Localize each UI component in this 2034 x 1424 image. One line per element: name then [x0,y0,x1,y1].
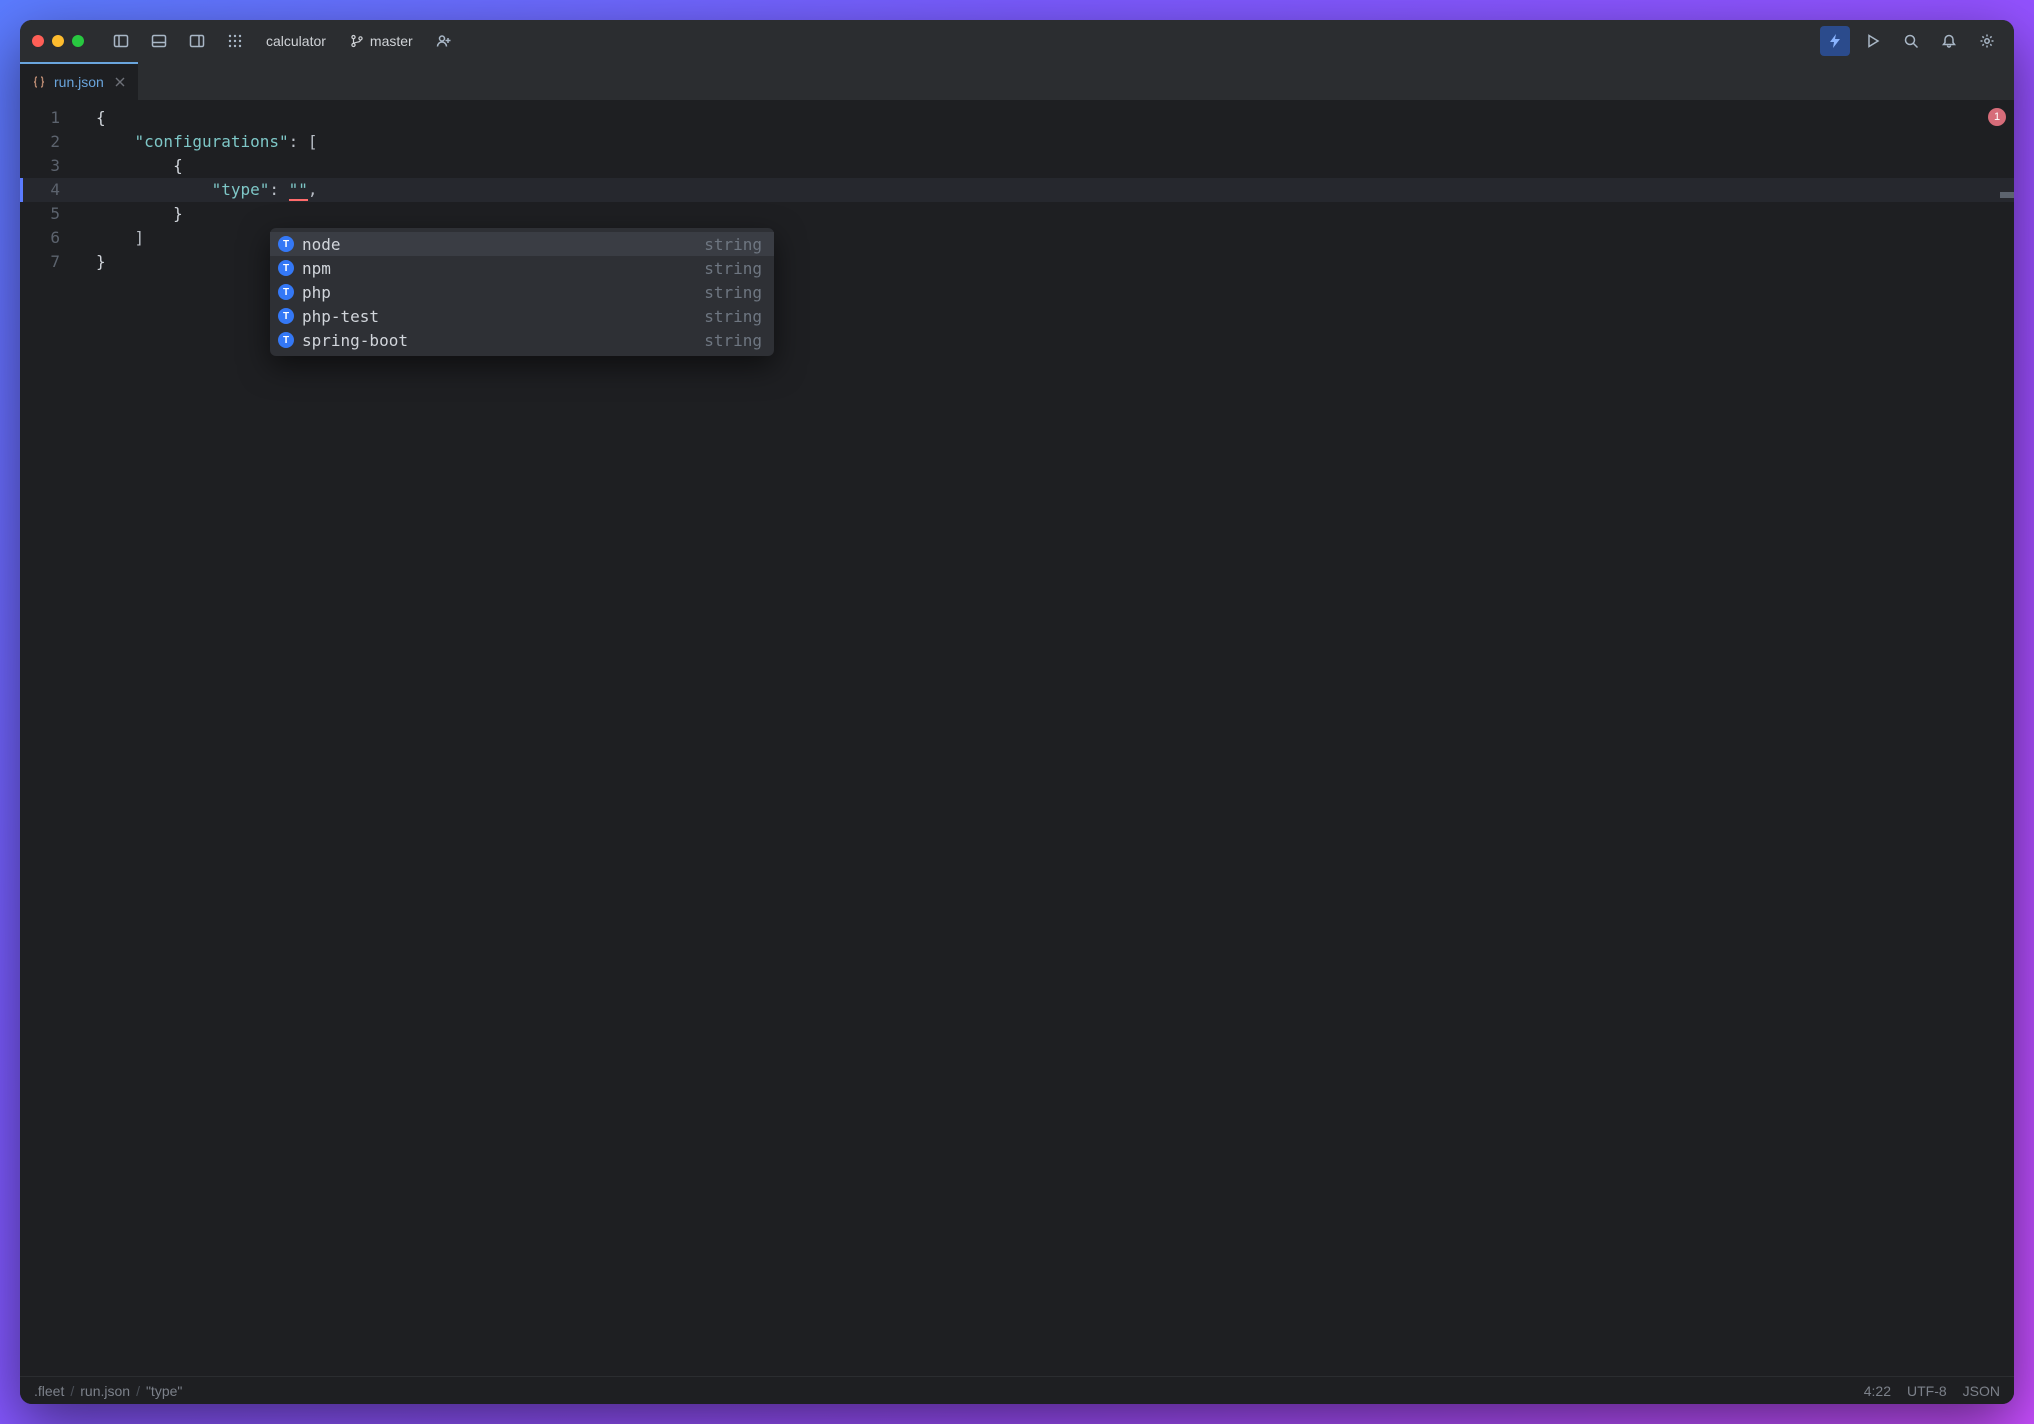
window-controls [32,35,84,47]
branch-name: master [370,33,413,49]
line-number: 7 [20,250,76,274]
completion-type: string [704,331,762,350]
code-line[interactable]: 5 } [20,202,2014,226]
cursor-position[interactable]: 4:22 [1864,1383,1891,1399]
code-content[interactable]: { [76,154,183,178]
completion-item[interactable]: Tspring-boot string [270,328,774,352]
code-content[interactable]: } [76,202,183,226]
type-icon: T [278,236,294,252]
project-name[interactable]: calculator [258,33,334,49]
panel-bottom-icon[interactable] [144,26,174,56]
smart-mode-icon[interactable] [1820,26,1850,56]
type-icon: T [278,332,294,348]
panel-right-icon[interactable] [182,26,212,56]
code-content[interactable]: "type": "", [76,178,318,202]
tab-bar: run.json [20,62,2014,100]
fullscreen-window-button[interactable] [72,35,84,47]
branch-icon [350,34,364,48]
line-number: 5 [20,202,76,226]
crumb-segment[interactable]: .fleet [34,1383,64,1399]
apps-grid-icon[interactable] [220,26,250,56]
json-file-icon [32,75,46,89]
error-count-badge[interactable]: 1 [1988,108,2006,126]
line-number: 2 [20,130,76,154]
crumb-segment[interactable]: "type" [146,1383,182,1399]
type-icon: T [278,284,294,300]
tab-filename: run.json [54,74,104,90]
code-content[interactable]: { [76,106,106,130]
close-window-button[interactable] [32,35,44,47]
completion-item[interactable]: Tphp string [270,280,774,304]
run-icon[interactable] [1858,26,1888,56]
line-number: 6 [20,226,76,250]
completion-name: php-test [302,307,379,326]
add-collaborator-icon[interactable] [429,26,459,56]
completion-item[interactable]: Tnpm string [270,256,774,280]
completion-item[interactable]: Tnode string [270,232,774,256]
completion-name: spring-boot [302,331,408,350]
code-content[interactable]: } [76,250,106,274]
completion-type: string [704,283,762,302]
type-icon: T [278,260,294,276]
panel-left-icon[interactable] [106,26,136,56]
close-tab-icon[interactable] [112,74,128,90]
line-number: 1 [20,106,76,130]
line-number: 4 [20,178,76,202]
line-number: 3 [20,154,76,178]
status-bar: .fleet / run.json / "type" 4:22 UTF-8 JSON [20,1376,2014,1404]
completion-type: string [704,235,762,254]
code-content[interactable]: "configurations": [ [76,130,318,154]
code-line[interactable]: 3 { [20,154,2014,178]
completion-type: string [704,259,762,278]
editor-window: calculator master run.json [20,20,2014,1404]
crumb-separator: / [70,1383,74,1399]
completion-name: php [302,283,331,302]
completion-item[interactable]: Tphp-test string [270,304,774,328]
search-icon[interactable] [1896,26,1926,56]
code-content[interactable]: ] [76,226,144,250]
crumb-segment[interactable]: run.json [80,1383,130,1399]
notifications-icon[interactable] [1934,26,1964,56]
code-line[interactable]: 1{ [20,106,2014,130]
minimap-marker [2000,192,2014,198]
git-branch-button[interactable]: master [342,33,421,49]
crumb-separator: / [136,1383,140,1399]
tab-run-json[interactable]: run.json [20,62,138,100]
completion-type: string [704,307,762,326]
completion-name: npm [302,259,331,278]
code-line[interactable]: 2 "configurations": [ [20,130,2014,154]
type-icon: T [278,308,294,324]
settings-icon[interactable] [1972,26,2002,56]
titlebar: calculator master [20,20,2014,62]
code-line[interactable]: 4 "type": "", [20,178,2014,202]
breadcrumb[interactable]: .fleet / run.json / "type" [34,1383,182,1399]
minimize-window-button[interactable] [52,35,64,47]
editor-area[interactable]: 1 1{2 "configurations": [3 {4 "type": ""… [20,100,2014,1376]
file-encoding[interactable]: UTF-8 [1907,1383,1947,1399]
completion-name: node [302,235,341,254]
file-language[interactable]: JSON [1963,1383,2000,1399]
completion-popup: TnodestringTnpmstringTphpstringTphp-test… [270,228,774,356]
